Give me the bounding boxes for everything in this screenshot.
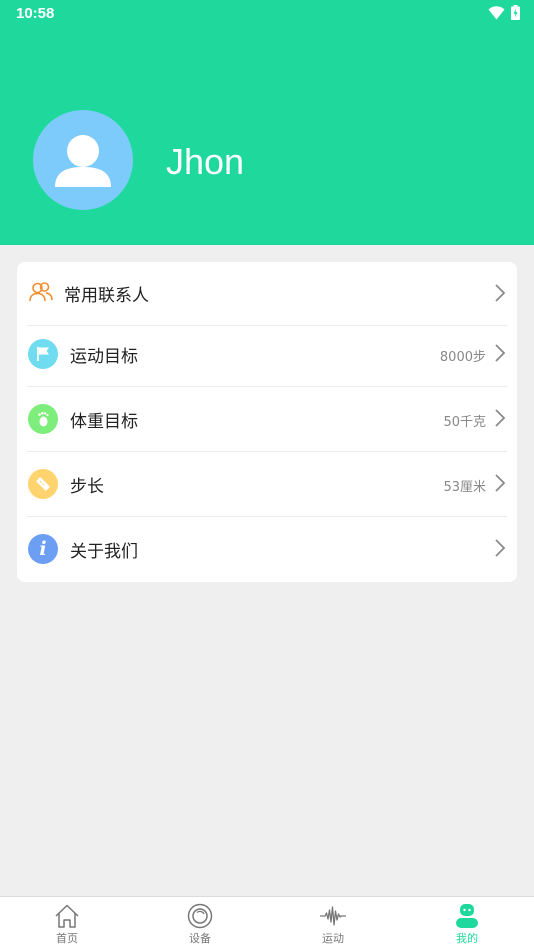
tab-label: 我的 [456, 932, 478, 945]
status-bar: 10:58 [0, 0, 534, 28]
chevron-right-icon [495, 409, 506, 427]
user-avatar-icon [55, 135, 111, 187]
menu-item-exercise-goal[interactable]: 运动目标 8000步 [17, 322, 517, 387]
tab-mine[interactable]: 我的 [427, 897, 507, 950]
menu-item-value: 8000步 [439, 350, 486, 365]
bottom-tab-bar: 首页 设备 运动 我的 [0, 896, 534, 950]
wifi-icon [488, 5, 505, 19]
tab-label: 运动 [322, 932, 344, 945]
menu-item-value: 53厘米 [443, 480, 486, 495]
ruler-icon [28, 469, 58, 499]
profile-header: 10:58 Jhon [0, 0, 534, 245]
menu-item-label: 常用联系人 [64, 286, 149, 306]
avatar[interactable] [33, 110, 133, 210]
waveform-icon [320, 906, 346, 926]
menu-item-value: 50千克 [443, 415, 486, 430]
chevron-right-icon [495, 344, 506, 362]
home-icon [55, 904, 79, 928]
battery-charging-icon [511, 5, 520, 20]
flag-icon [28, 339, 58, 369]
menu-item-label: 运动目标 [70, 347, 138, 367]
chevron-right-icon [495, 474, 506, 492]
settings-card: 常用联系人 运动目标 8000步 体重目标 50千克 步长 53厘米 i 关于我… [17, 262, 517, 582]
chevron-right-icon [495, 284, 506, 302]
menu-item-about-us[interactable]: i 关于我们 [17, 517, 517, 582]
tab-home[interactable]: 首页 [27, 897, 107, 950]
tab-device[interactable]: 设备 [160, 897, 240, 950]
device-icon [187, 903, 213, 929]
tab-label: 设备 [189, 932, 211, 945]
info-icon: i [28, 534, 58, 564]
tab-label: 首页 [56, 932, 78, 945]
chevron-right-icon [495, 539, 506, 557]
menu-item-label: 步长 [70, 477, 104, 497]
foot-icon [28, 404, 58, 434]
username[interactable]: Jhon [166, 141, 244, 183]
menu-item-label: 体重目标 [70, 412, 138, 432]
menu-item-weight-goal[interactable]: 体重目标 50千克 [17, 387, 517, 452]
menu-item-contacts[interactable]: 常用联系人 [17, 262, 517, 326]
robot-profile-icon [456, 904, 478, 928]
status-time: 10:58 [16, 5, 55, 22]
tab-exercise[interactable]: 运动 [293, 897, 373, 950]
contacts-icon [28, 279, 54, 305]
status-icons [488, 5, 520, 20]
menu-item-step-length[interactable]: 步长 53厘米 [17, 452, 517, 517]
menu-item-label: 关于我们 [70, 542, 138, 562]
